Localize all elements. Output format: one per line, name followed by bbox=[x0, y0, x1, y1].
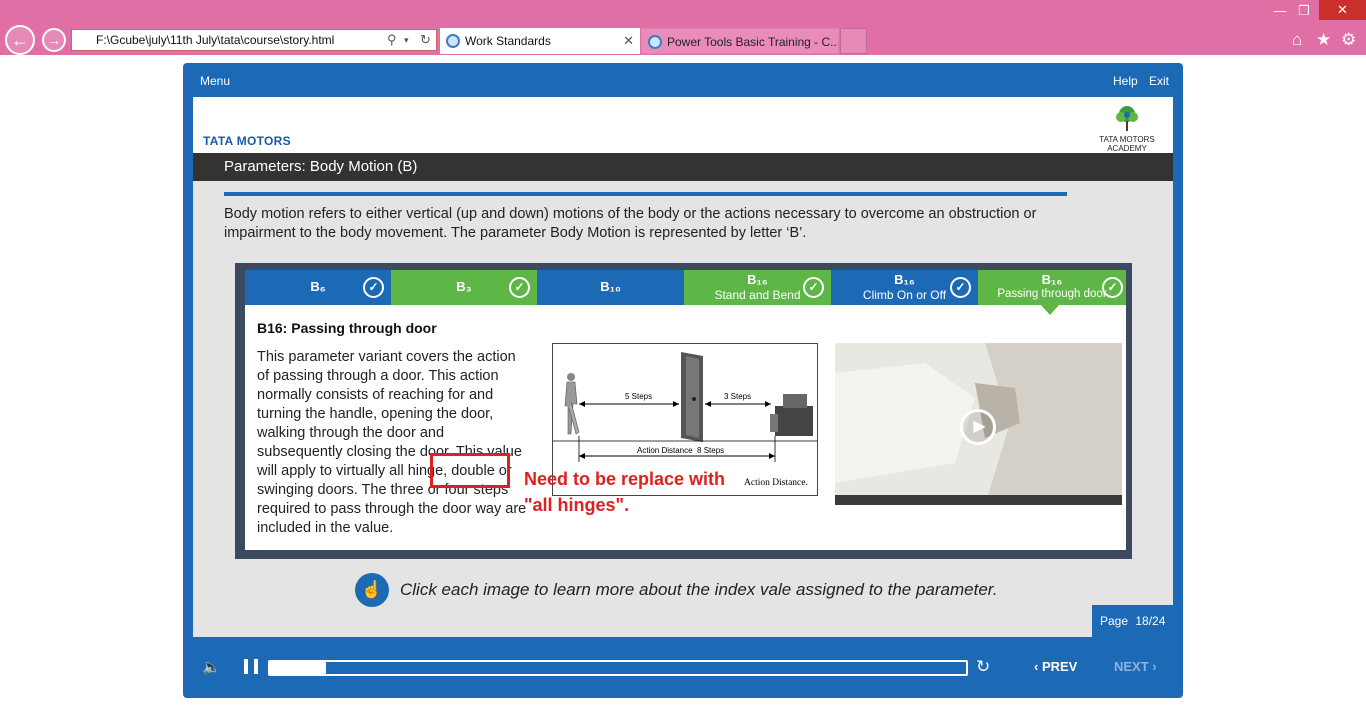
volume-icon[interactable]: 🔈 bbox=[202, 658, 221, 676]
diagram-caption: Action Distance. bbox=[744, 478, 808, 488]
section-title: B16: Passing through door bbox=[257, 320, 437, 336]
tab-label: Work Standards bbox=[465, 34, 551, 48]
param-tab-b10[interactable]: B₁₀ bbox=[537, 270, 684, 305]
param-tab-b6[interactable]: B₆ ✓ bbox=[245, 270, 391, 305]
highlight-box bbox=[430, 453, 510, 488]
next-button[interactable]: NEXT › bbox=[1114, 659, 1157, 674]
close-icon[interactable]: ✕ bbox=[623, 28, 634, 54]
home-icon[interactable]: ⌂ bbox=[1292, 30, 1302, 50]
play-icon[interactable]: ▶ bbox=[960, 409, 996, 445]
tab-work-standards[interactable]: Work Standards ✕ bbox=[440, 28, 640, 54]
param-tab-b16-stand-bend[interactable]: B₁₆ Stand and Bend ✓ bbox=[684, 270, 831, 305]
academy-text: TATA MOTORS ACADEMY bbox=[1099, 135, 1155, 153]
replay-icon[interactable]: ↻ bbox=[976, 657, 990, 677]
diagram-label-left: 5 Steps bbox=[625, 392, 653, 401]
course-player: Menu Help Exit TATA MOTORS TATA MOTORS A… bbox=[183, 63, 1183, 698]
slide-header: TATA MOTORS TATA MOTORS ACADEMY bbox=[193, 97, 1173, 153]
progress-track bbox=[270, 662, 966, 674]
back-icon[interactable]: ← bbox=[5, 25, 35, 55]
slide-area: TATA MOTORS TATA MOTORS ACADEMY Paramete… bbox=[193, 97, 1173, 637]
hint-text: Click each image to learn more about the… bbox=[400, 580, 998, 599]
intro-text: Body motion refers to either vertical (u… bbox=[224, 206, 1037, 241]
check-icon: ✓ bbox=[363, 277, 384, 298]
param-tab-b16-climb[interactable]: B₁₆ Climb On or Off ✓ bbox=[831, 270, 978, 305]
body-text: This parameter variant covers the action… bbox=[257, 349, 527, 536]
annotation-note: Need to be replace with "all hinges". bbox=[524, 469, 726, 515]
refresh-icon[interactable]: ↻ bbox=[420, 30, 431, 50]
address-text: F:\Gcube\july\11th July\tata\course\stor… bbox=[96, 33, 335, 47]
prev-button[interactable]: ‹ PREV bbox=[1034, 659, 1077, 674]
dropdown-icon[interactable]: ▾ bbox=[404, 30, 409, 50]
diagram-label-right: 3 Steps bbox=[724, 392, 752, 401]
param-tab-title: B₁₀ bbox=[600, 279, 621, 294]
tab-power-tools[interactable]: Power Tools Basic Training - C... bbox=[641, 28, 839, 54]
favorites-icon[interactable]: ★ bbox=[1316, 30, 1331, 50]
hand-pointer-icon: ☝ bbox=[355, 573, 389, 607]
check-icon: ✓ bbox=[803, 277, 824, 298]
page-indicator: Page 18/24 bbox=[1092, 605, 1173, 637]
slide-title: Parameters: Body Motion (B) bbox=[193, 153, 1173, 181]
help-button[interactable]: Help bbox=[1113, 74, 1138, 88]
check-icon: ✓ bbox=[1102, 277, 1123, 298]
check-icon: ✓ bbox=[950, 277, 971, 298]
forward-icon[interactable]: → bbox=[42, 28, 66, 52]
new-tab-button[interactable] bbox=[840, 28, 867, 54]
param-tab-b3[interactable]: B₃ ✓ bbox=[391, 270, 537, 305]
restore-icon[interactable]: ❐ bbox=[1292, 2, 1316, 20]
pause-icon[interactable] bbox=[244, 659, 258, 674]
diagram-label-distance: Action Distance 8 Steps bbox=[637, 446, 725, 455]
param-tab-b16-door[interactable]: B₁₆ Passing through door ✓ bbox=[978, 270, 1126, 305]
check-icon: ✓ bbox=[509, 277, 530, 298]
next-label: NEXT bbox=[1114, 659, 1149, 674]
progress-bar[interactable] bbox=[268, 660, 968, 676]
ie-icon bbox=[446, 34, 460, 48]
settings-icon[interactable]: ⚙ bbox=[1341, 30, 1356, 50]
search-icon[interactable]: ⚲ bbox=[387, 30, 397, 50]
academy-logo: TATA MOTORS ACADEMY bbox=[1091, 105, 1163, 153]
minimize-icon[interactable]: — bbox=[1268, 2, 1292, 20]
page-value: 18/24 bbox=[1135, 614, 1166, 628]
address-bar[interactable]: F:\Gcube\july\11th July\tata\course\stor… bbox=[71, 29, 437, 51]
title-divider bbox=[224, 192, 1067, 196]
ie-icon bbox=[648, 35, 662, 49]
active-tab-pointer bbox=[1041, 305, 1059, 315]
prev-label: PREV bbox=[1041, 659, 1078, 674]
parameter-tabs: B₆ ✓ B₃ ✓ B₁₀ B₁₆ Stand and Bend ✓ B₁₆ C… bbox=[245, 270, 1126, 305]
browser-chrome: ← → F:\Gcube\july\11th July\tata\course\… bbox=[0, 0, 1366, 55]
progress-fill bbox=[270, 662, 326, 674]
exit-button[interactable]: Exit bbox=[1149, 74, 1169, 88]
video-thumbnail[interactable]: ▶ bbox=[835, 343, 1122, 505]
page-label: Page bbox=[1100, 614, 1129, 628]
menu-button[interactable]: Menu bbox=[200, 74, 230, 88]
brand-logo: TATA MOTORS bbox=[203, 134, 291, 148]
tree-icon bbox=[1116, 106, 1138, 131]
tab-label: Power Tools Basic Training - C... bbox=[667, 35, 839, 49]
close-window-icon[interactable]: ✕ bbox=[1319, 0, 1366, 20]
